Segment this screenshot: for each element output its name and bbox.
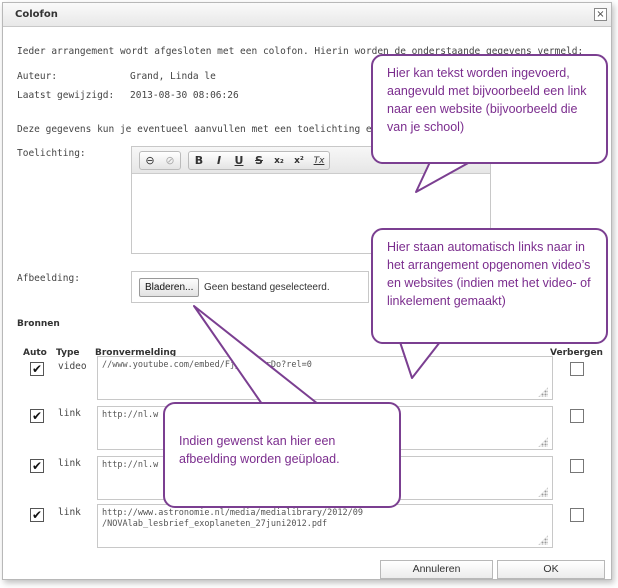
author-label: Auteur: xyxy=(17,71,58,82)
row-type: link xyxy=(58,507,81,518)
dialog-title: Colofon xyxy=(15,9,58,20)
source-textarea[interactable]: http://www.astronomie.nl/media/medialibr… xyxy=(97,504,553,548)
link-group: ⊖ ⊘ xyxy=(139,151,181,170)
auto-checkbox[interactable]: ✔ xyxy=(30,362,44,376)
col-hide: Verbergen xyxy=(550,348,603,358)
close-icon[interactable]: × xyxy=(594,8,607,21)
row-type: video xyxy=(58,361,87,372)
file-status: Geen bestand geselecteerd. xyxy=(204,282,330,293)
afbeelding-label: Afbeelding: xyxy=(17,273,80,284)
italic-button[interactable]: I xyxy=(209,152,229,169)
modified-value: 2013-08-30 08:06:26 xyxy=(130,90,239,101)
author-value: Grand, Linda le xyxy=(130,71,216,82)
subscript-button[interactable]: x₂ xyxy=(269,152,289,169)
auto-checkbox[interactable]: ✔ xyxy=(30,459,44,473)
remove-format-button[interactable]: Tx xyxy=(309,152,329,169)
auto-checkbox[interactable]: ✔ xyxy=(30,508,44,522)
bronnen-heading: Bronnen xyxy=(17,319,60,329)
callout-image-info: Indien gewenst kan hier een afbeelding w… xyxy=(163,402,401,508)
file-upload: Bladeren... Geen bestand geselecteerd. xyxy=(131,271,369,303)
col-auto: Auto xyxy=(23,348,47,358)
toelichting-label: Toelichting: xyxy=(17,148,86,159)
dialog-titlebar[interactable]: Colofon × xyxy=(3,3,611,27)
strike-button[interactable]: S xyxy=(249,152,269,169)
unlink-icon[interactable]: ⊘ xyxy=(160,152,180,169)
callout-links-info: Hier staan automatisch links naar in het… xyxy=(371,228,608,344)
row-type: link xyxy=(58,408,81,419)
link-icon[interactable]: ⊖ xyxy=(140,152,160,169)
cancel-button[interactable]: Annuleren xyxy=(380,560,493,579)
format-group: B I U S x₂ x² Tx xyxy=(188,151,330,170)
underline-button[interactable]: U xyxy=(229,152,249,169)
col-type: Type xyxy=(56,348,80,358)
browse-button[interactable]: Bladeren... xyxy=(139,278,200,297)
row-type: link xyxy=(58,458,81,469)
superscript-button[interactable]: x² xyxy=(289,152,309,169)
auto-checkbox[interactable]: ✔ xyxy=(30,409,44,423)
source-textarea[interactable]: //www.youtube.com/embed/Fj_PjkQqrDo?rel=… xyxy=(97,356,553,400)
callout-text-info: Hier kan tekst worden ingevoerd, aangevu… xyxy=(371,54,608,164)
hide-checkbox[interactable] xyxy=(570,362,584,376)
hide-checkbox[interactable] xyxy=(570,508,584,522)
modified-label: Laatst gewijzigd: xyxy=(17,90,115,101)
supplement-text: Deze gegevens kun je eventueel aanvullen… xyxy=(17,124,412,135)
ok-button[interactable]: OK xyxy=(497,560,605,579)
hide-checkbox[interactable] xyxy=(570,459,584,473)
bold-button[interactable]: B xyxy=(189,152,209,169)
hide-checkbox[interactable] xyxy=(570,409,584,423)
